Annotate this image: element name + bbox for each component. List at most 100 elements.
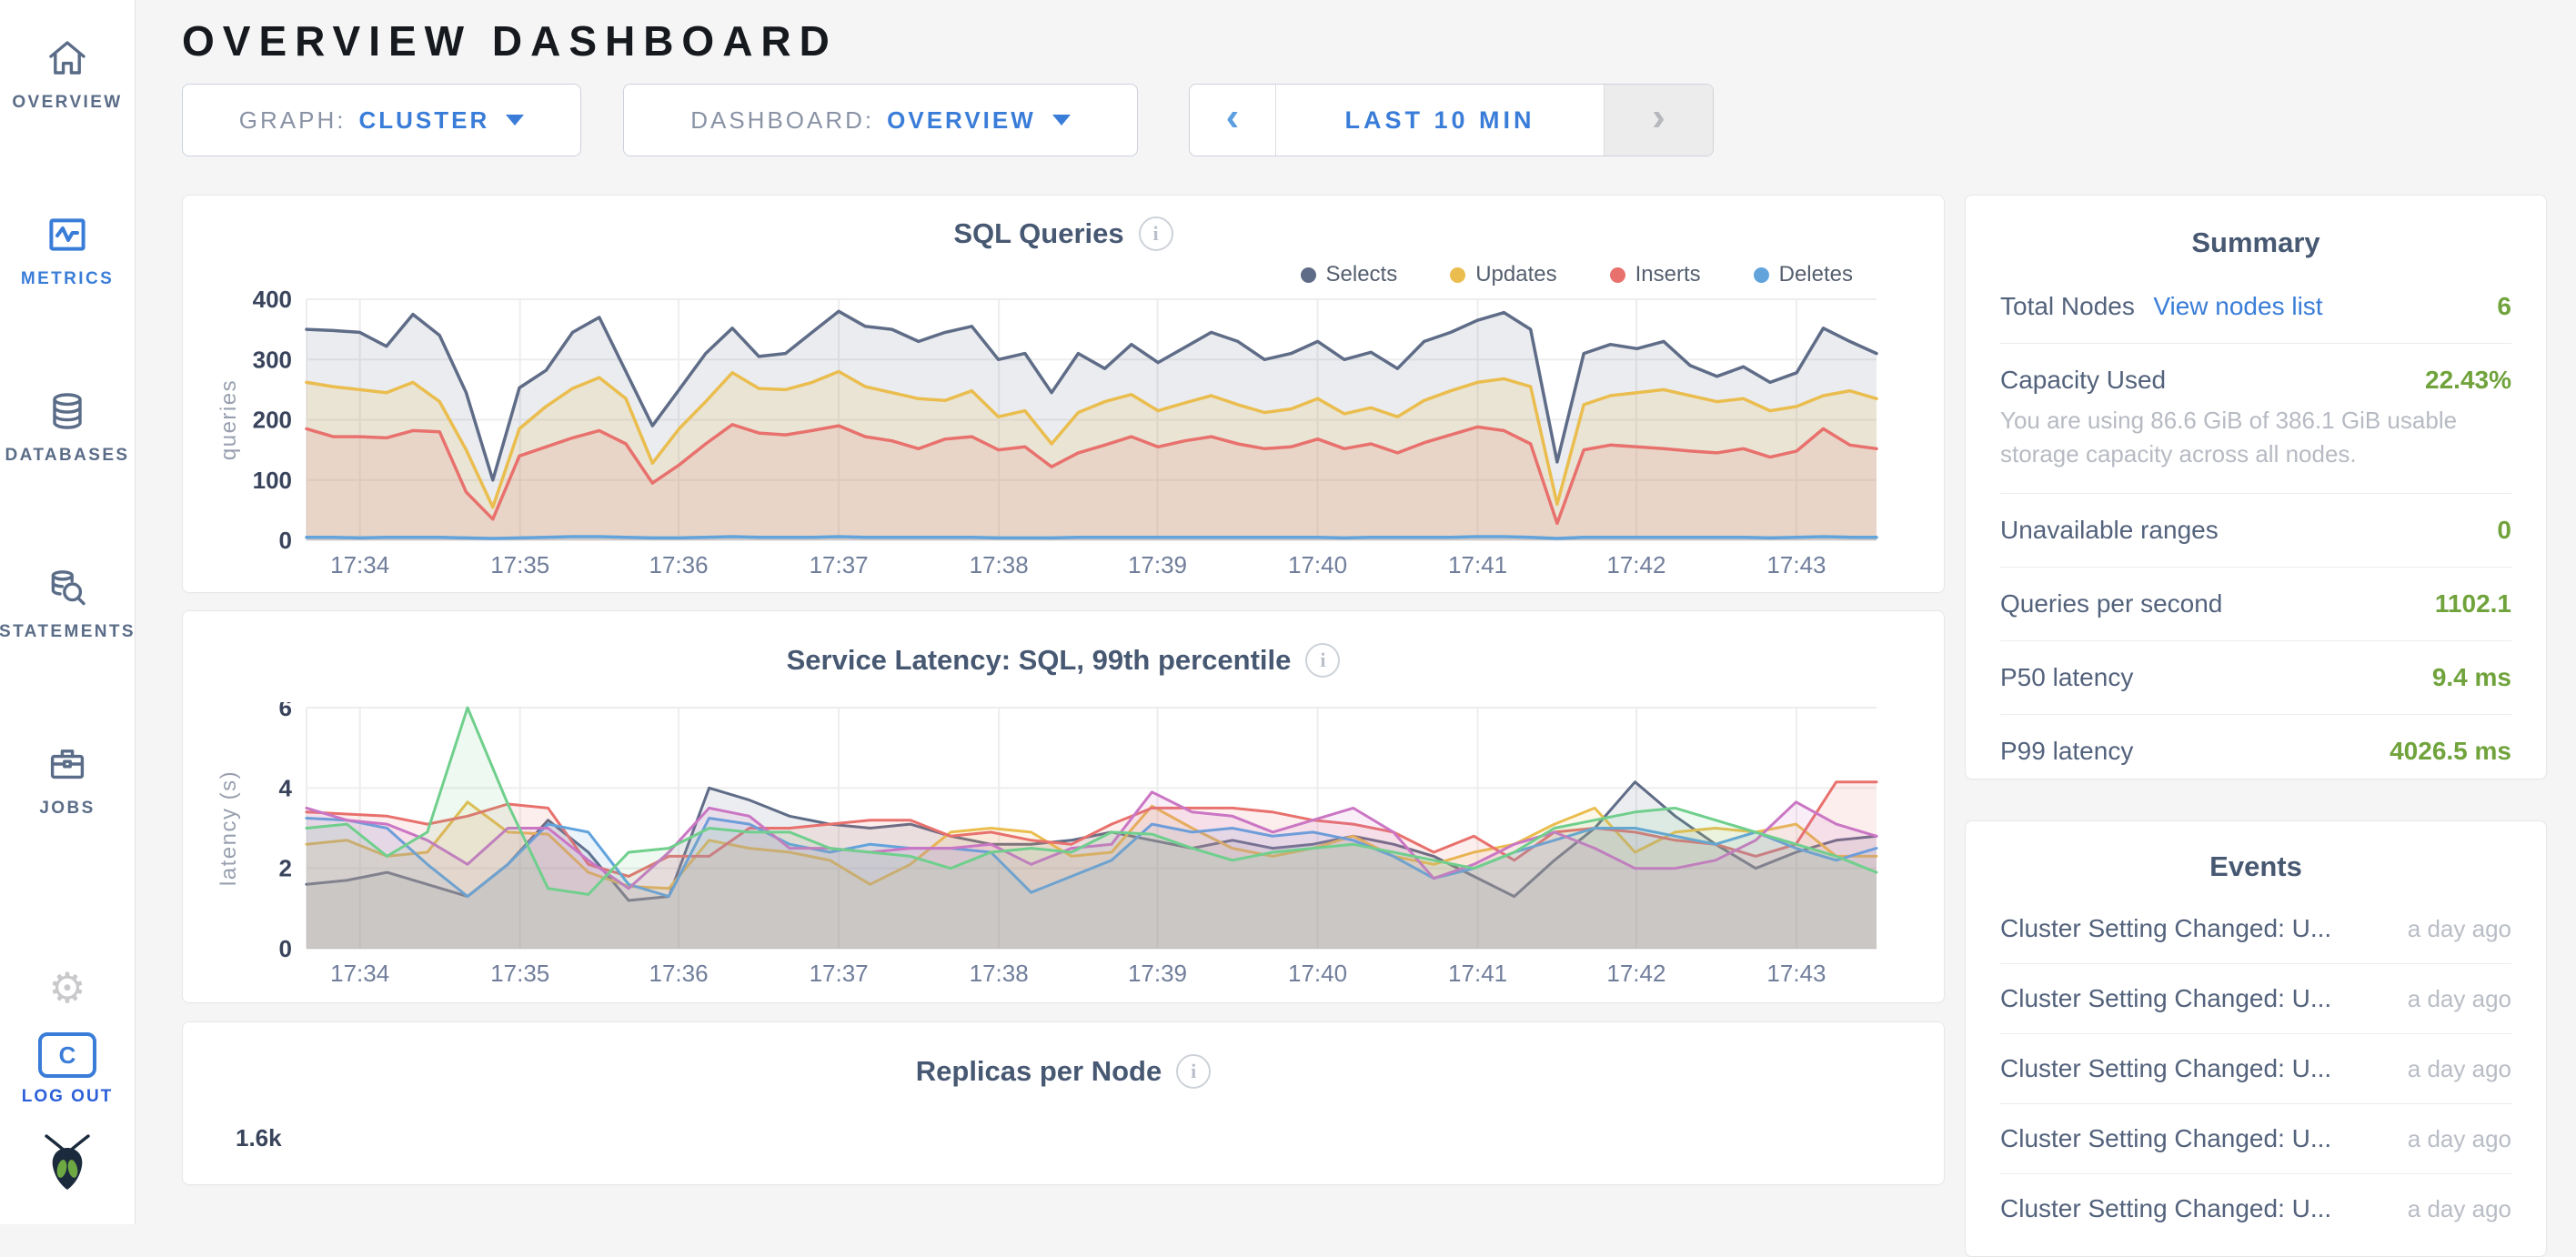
svg-text:17:37: 17:37 <box>810 551 869 578</box>
sql-queries-card: SQL Queries i Selects Updates Inserts <box>182 195 1945 593</box>
time-window-label: LAST 10 MIN <box>1344 106 1535 135</box>
legend-item-inserts[interactable]: Inserts <box>1610 262 1701 287</box>
svg-text:17:38: 17:38 <box>970 551 1029 578</box>
sql-queries-chart: 17:3417:3517:3617:3717:3817:3917:4017:41… <box>205 290 1924 592</box>
svg-text:17:37: 17:37 <box>810 960 869 987</box>
replicas-per-node-card: Replicas per Node i 1.6k <box>182 1021 1945 1185</box>
legend-item-deletes[interactable]: Deletes <box>1754 262 1853 287</box>
time-window-next-button[interactable]: › <box>1604 85 1713 156</box>
svg-text:17:39: 17:39 <box>1128 960 1187 987</box>
events-panel: Events Cluster Setting Changed: U... a d… <box>1965 820 2547 1257</box>
sidebar-item-label: JOBS <box>39 799 95 819</box>
summary-title: Summary <box>2000 219 2511 270</box>
sidebar-item-metrics[interactable]: METRICS <box>21 211 114 289</box>
info-icon[interactable]: i <box>1139 216 1173 251</box>
svg-text:17:43: 17:43 <box>1766 551 1826 578</box>
sidebar-item-label: METRICS <box>21 269 114 289</box>
legend-label: Inserts <box>1635 262 1701 287</box>
sidebar-item-databases[interactable]: DATABASES <box>5 387 129 466</box>
legend-dot <box>1754 267 1769 283</box>
event-row[interactable]: Cluster Setting Changed: U... a day ago <box>2000 1174 2511 1243</box>
event-row[interactable]: Cluster Setting Changed: U... a day ago <box>2000 894 2511 964</box>
svg-text:17:34: 17:34 <box>330 551 389 578</box>
graph-dropdown-label: GRAPH: <box>239 106 347 135</box>
qps-value: 1102.1 <box>2435 589 2511 618</box>
svg-text:17:38: 17:38 <box>970 960 1029 987</box>
chevron-down-icon <box>506 115 524 126</box>
time-window-prev-button[interactable]: ‹ <box>1190 85 1276 156</box>
svg-text:17:39: 17:39 <box>1128 551 1187 578</box>
svg-text:400: 400 <box>253 290 292 313</box>
svg-text:200: 200 <box>253 407 292 434</box>
sidebar-item-overview[interactable]: OVERVIEW <box>12 35 122 113</box>
svg-text:2: 2 <box>279 855 292 882</box>
dashboard-dropdown[interactable]: DASHBOARD: OVERVIEW <box>623 84 1138 156</box>
svg-text:300: 300 <box>253 346 292 373</box>
settings-gear-icon[interactable]: ⚙ <box>48 967 86 1009</box>
event-title: Cluster Setting Changed: U... <box>2000 1054 2331 1083</box>
p50-value: 9.4 ms <box>2432 663 2511 692</box>
briefcase-icon <box>45 740 89 788</box>
page-title: OVERVIEW DASHBOARD <box>182 16 2547 65</box>
graph-dropdown-value: CLUSTER <box>358 106 489 135</box>
svg-text:queries: queries <box>216 379 241 460</box>
unavailable-value: 0 <box>2497 516 2511 545</box>
event-time: a day ago <box>2408 915 2511 943</box>
svg-text:4: 4 <box>279 774 293 801</box>
legend-dot <box>1301 267 1316 283</box>
svg-text:0: 0 <box>279 527 292 554</box>
svg-text:17:42: 17:42 <box>1606 551 1665 578</box>
legend-dot <box>1610 267 1625 283</box>
event-title: Cluster Setting Changed: U... <box>2000 914 2331 943</box>
svg-text:17:42: 17:42 <box>1606 960 1665 987</box>
controls-row: GRAPH: CLUSTER DASHBOARD: OVERVIEW ‹ LAS… <box>182 84 2547 156</box>
event-time: a day ago <box>2408 1195 2511 1223</box>
time-window-label-button[interactable]: LAST 10 MIN <box>1276 85 1604 156</box>
cockroach-logo-icon[interactable] <box>41 1132 94 1197</box>
sidebar-item-statements[interactable]: STATEMENTS <box>0 564 136 642</box>
event-title: Cluster Setting Changed: U... <box>2000 1124 2331 1153</box>
svg-text:17:35: 17:35 <box>490 960 549 987</box>
info-icon[interactable]: i <box>1305 643 1340 678</box>
svg-text:17:35: 17:35 <box>490 551 549 578</box>
dashboard-dropdown-label: DASHBOARD: <box>690 106 874 135</box>
chevron-left-icon: ‹ <box>1226 99 1240 136</box>
logout-button[interactable]: C LOG OUT <box>22 1032 114 1107</box>
replicas-title-row: Replicas per Node i <box>183 1022 1944 1090</box>
view-nodes-list-link[interactable]: View nodes list <box>2153 292 2322 320</box>
svg-text:latency (s): latency (s) <box>216 770 241 886</box>
service-latency-card: Service Latency: SQL, 99th percentile i … <box>182 610 1945 1003</box>
capacity-label: Capacity Used <box>2000 366 2166 395</box>
total-nodes-label: Total Nodes <box>2000 292 2135 320</box>
right-column: Summary Total Nodes View nodes list 6 Ca… <box>1965 195 2547 1257</box>
main-content: OVERVIEW DASHBOARD GRAPH: CLUSTER DASHBO… <box>135 0 2576 1224</box>
svg-text:17:40: 17:40 <box>1288 960 1347 987</box>
p50-label: P50 latency <box>2000 663 2133 692</box>
database-icon <box>45 387 89 435</box>
sql-queries-legend: Selects Updates Inserts Deletes <box>183 259 1853 290</box>
info-icon[interactable]: i <box>1176 1054 1211 1089</box>
service-latency-chart: 17:3417:3517:3617:3717:3817:3917:4017:41… <box>205 702 1924 1002</box>
logout-label: LOG OUT <box>22 1087 114 1107</box>
chart-title: SQL Queries <box>953 217 1123 250</box>
svg-text:17:36: 17:36 <box>649 551 709 578</box>
legend-dot <box>1450 267 1465 283</box>
graph-dropdown[interactable]: GRAPH: CLUSTER <box>182 84 581 156</box>
sidebar-item-jobs[interactable]: JOBS <box>39 740 95 819</box>
legend-item-updates[interactable]: Updates <box>1450 262 1556 287</box>
event-row[interactable]: Cluster Setting Changed: U... a day ago <box>2000 964 2511 1034</box>
chevron-down-icon <box>1052 115 1071 126</box>
home-icon <box>45 35 89 82</box>
capacity-subtext: You are using 86.6 GiB of 386.1 GiB usab… <box>2000 404 2511 471</box>
event-title: Cluster Setting Changed: U... <box>2000 984 2331 1013</box>
event-row[interactable]: Cluster Setting Changed: U... a day ago <box>2000 1034 2511 1104</box>
svg-text:6: 6 <box>279 702 292 721</box>
event-title: Cluster Setting Changed: U... <box>2000 1194 2331 1223</box>
event-row[interactable]: Cluster Setting Changed: U... a day ago <box>2000 1104 2511 1174</box>
legend-item-selects[interactable]: Selects <box>1301 262 1398 287</box>
summary-row-p50: P50 latency 9.4 ms <box>2000 641 2511 715</box>
svg-text:17:34: 17:34 <box>330 960 389 987</box>
summary-row-qps: Queries per second 1102.1 <box>2000 568 2511 641</box>
qps-label: Queries per second <box>2000 589 2222 618</box>
capacity-value: 22.43% <box>2425 366 2511 395</box>
